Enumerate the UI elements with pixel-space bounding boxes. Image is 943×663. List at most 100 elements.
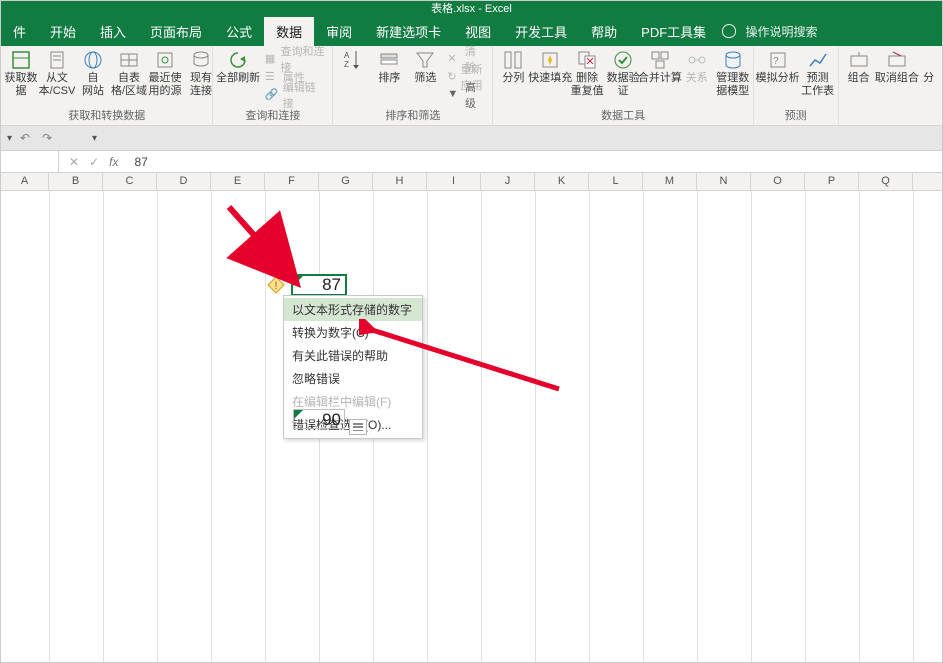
existing-connections-button[interactable]: 现有 连接 [185, 48, 217, 98]
subtotal-button[interactable]: 分 [919, 48, 938, 85]
remove-duplicates-button[interactable]: 删除 重复值 [571, 48, 603, 98]
ctx-item-ignore[interactable]: 忽略错误 [284, 367, 422, 390]
col-header[interactable]: G [319, 173, 373, 190]
edit-links-mini[interactable]: 🔗编辑链接 [263, 86, 329, 104]
tell-me-label: 操作说明搜索 [746, 25, 818, 39]
col-header[interactable]: N [697, 173, 751, 190]
ctx-item-help[interactable]: 有关此错误的帮助 [284, 344, 422, 367]
confirm-formula-icon[interactable]: ✓ [89, 155, 99, 169]
error-warning-button[interactable]: ! [267, 276, 285, 294]
col-header[interactable]: O [751, 173, 805, 190]
data-validation-button[interactable]: 数据验 证 [607, 48, 639, 98]
flash-fill-button[interactable]: 快速填充 [533, 48, 567, 85]
ctx-item-stored-as-text[interactable]: 以文本形式存储的数字 [284, 298, 422, 321]
clear-icon: ✕ [447, 52, 461, 66]
getdata-icon [11, 50, 31, 70]
manage-data-model-button[interactable]: 管理数 据模型 [717, 48, 749, 98]
forecast-sheet-button[interactable]: 预测 工作表 [802, 48, 834, 98]
consolidate-icon [650, 50, 670, 70]
col-header[interactable]: D [157, 173, 211, 190]
undo-icon[interactable]: ↶ [20, 131, 34, 145]
reapply-icon: ↻ [447, 70, 456, 84]
col-header[interactable]: B [49, 173, 103, 190]
col-header[interactable]: E [211, 173, 265, 190]
qat-dropdown2[interactable]: ▾ [92, 133, 97, 144]
tab-pagelayout[interactable]: 页面布局 [138, 17, 214, 46]
sort-az-button[interactable]: AZ↓↑ [337, 48, 369, 70]
tab-view[interactable]: 视图 [453, 17, 503, 46]
worksheet-grid[interactable]: A B C D E F G H I J K L M N O P Q [1, 173, 942, 663]
name-box[interactable] [1, 151, 59, 172]
cell[interactable]: 90 [293, 409, 345, 429]
existconn-icon [191, 50, 211, 70]
lightbulb-icon [722, 24, 736, 38]
text-to-columns-button[interactable]: 分列 [497, 48, 529, 85]
sort-button[interactable]: 排序 [373, 48, 405, 85]
tab-data[interactable]: 数据 [264, 17, 314, 46]
from-textcsv-button[interactable]: 从文 本/CSV [41, 48, 73, 98]
forecast-icon [808, 50, 828, 70]
tab-home[interactable]: 开始 [38, 17, 88, 46]
selected-cell[interactable]: 87 [291, 274, 347, 296]
filter-button[interactable]: 筛选 [409, 48, 441, 85]
svg-text:?: ? [773, 56, 779, 67]
col-header[interactable]: C [103, 173, 157, 190]
cells-area[interactable]: 87 ! 以文本形式存储的数字 转换为数字(C) 有关此错误的帮助 忽略错误 在… [1, 191, 942, 663]
refresh-all-button[interactable]: 全部刷新 [217, 48, 258, 85]
group-get-transform: 获取数 据 从文 本/CSV 自 网站 自表 格/区域 最近使 用的源 现有 连… [1, 46, 213, 125]
ungroup-button[interactable]: 取消组合 [879, 48, 916, 85]
group-data-tools: 分列 快速填充 删除 重复值 数据验 证 合并计算 关系 管理数 据模型 数据工… [493, 46, 753, 125]
col-header[interactable]: F [265, 173, 319, 190]
tab-file[interactable]: 件 [1, 17, 38, 46]
get-data-button[interactable]: 获取数 据 [5, 48, 37, 98]
svg-text:A: A [344, 51, 350, 60]
paste-options-button[interactable] [349, 419, 367, 435]
col-header[interactable]: L [589, 173, 643, 190]
tab-help[interactable]: 帮助 [579, 17, 629, 46]
consolidate-button[interactable]: 合并计算 [643, 48, 677, 85]
tab-formulas[interactable]: 公式 [214, 17, 264, 46]
ctx-item-convert-to-number[interactable]: 转换为数字(C) [284, 321, 422, 344]
sortaz-icon: AZ [343, 50, 363, 70]
ungroup-icon [887, 50, 907, 70]
qat-dropdown[interactable]: ▾ [7, 133, 12, 144]
tab-insert[interactable]: 插入 [88, 17, 138, 46]
advanced-filter-mini[interactable]: ▼高级 [445, 86, 488, 104]
quick-access-toolbar: ▾ ↶ ↷ ▾ [1, 126, 942, 151]
web-icon [83, 50, 103, 70]
from-web-button[interactable]: 自 网站 [77, 48, 109, 98]
advanced-icon: ▼ [447, 88, 461, 102]
properties-icon: ☰ [265, 70, 279, 84]
tell-me-search[interactable]: 操作说明搜索 [718, 18, 825, 46]
col-header[interactable]: P [805, 173, 859, 190]
what-if-button[interactable]: ?模拟分析 [758, 48, 798, 85]
col-header[interactable]: I [427, 173, 481, 190]
cancel-formula-icon[interactable]: ✕ [69, 155, 79, 169]
recent-sources-button[interactable]: 最近使 用的源 [149, 48, 181, 98]
from-table-range-button[interactable]: 自表 格/区域 [113, 48, 145, 98]
col-header[interactable]: M [643, 173, 697, 190]
sort-icon [379, 50, 399, 70]
tab-newtab[interactable]: 新建选项卡 [364, 17, 453, 46]
removedup-icon [577, 50, 597, 70]
col-header[interactable]: H [373, 173, 427, 190]
tab-pdf[interactable]: PDF工具集 [629, 17, 718, 46]
relationships-button: 关系 [681, 48, 713, 85]
tab-review[interactable]: 审阅 [314, 17, 364, 46]
editlinks-icon: 🔗 [265, 88, 279, 102]
col-header[interactable]: Q [859, 173, 913, 190]
redo-icon[interactable]: ↷ [42, 131, 56, 145]
tablerange-icon [119, 50, 139, 70]
group-button[interactable]: 组合 [843, 48, 875, 85]
col-header[interactable]: A [1, 173, 49, 190]
group-queries-connections: 全部刷新 ▦查询和连接 ☰属性 🔗编辑链接 查询和连接 [213, 46, 333, 125]
col-header[interactable]: J [481, 173, 535, 190]
formula-value[interactable]: 87 [128, 155, 942, 169]
tab-developer[interactable]: 开发工具 [503, 17, 579, 46]
queries-connections-mini[interactable]: ▦查询和连接 [263, 50, 329, 68]
col-header[interactable]: K [535, 173, 589, 190]
whatif-icon: ? [768, 50, 788, 70]
group-icon [849, 50, 869, 70]
fx-icon[interactable]: fx [109, 155, 118, 169]
title-bar: 表格.xlsx - Excel [1, 1, 942, 18]
